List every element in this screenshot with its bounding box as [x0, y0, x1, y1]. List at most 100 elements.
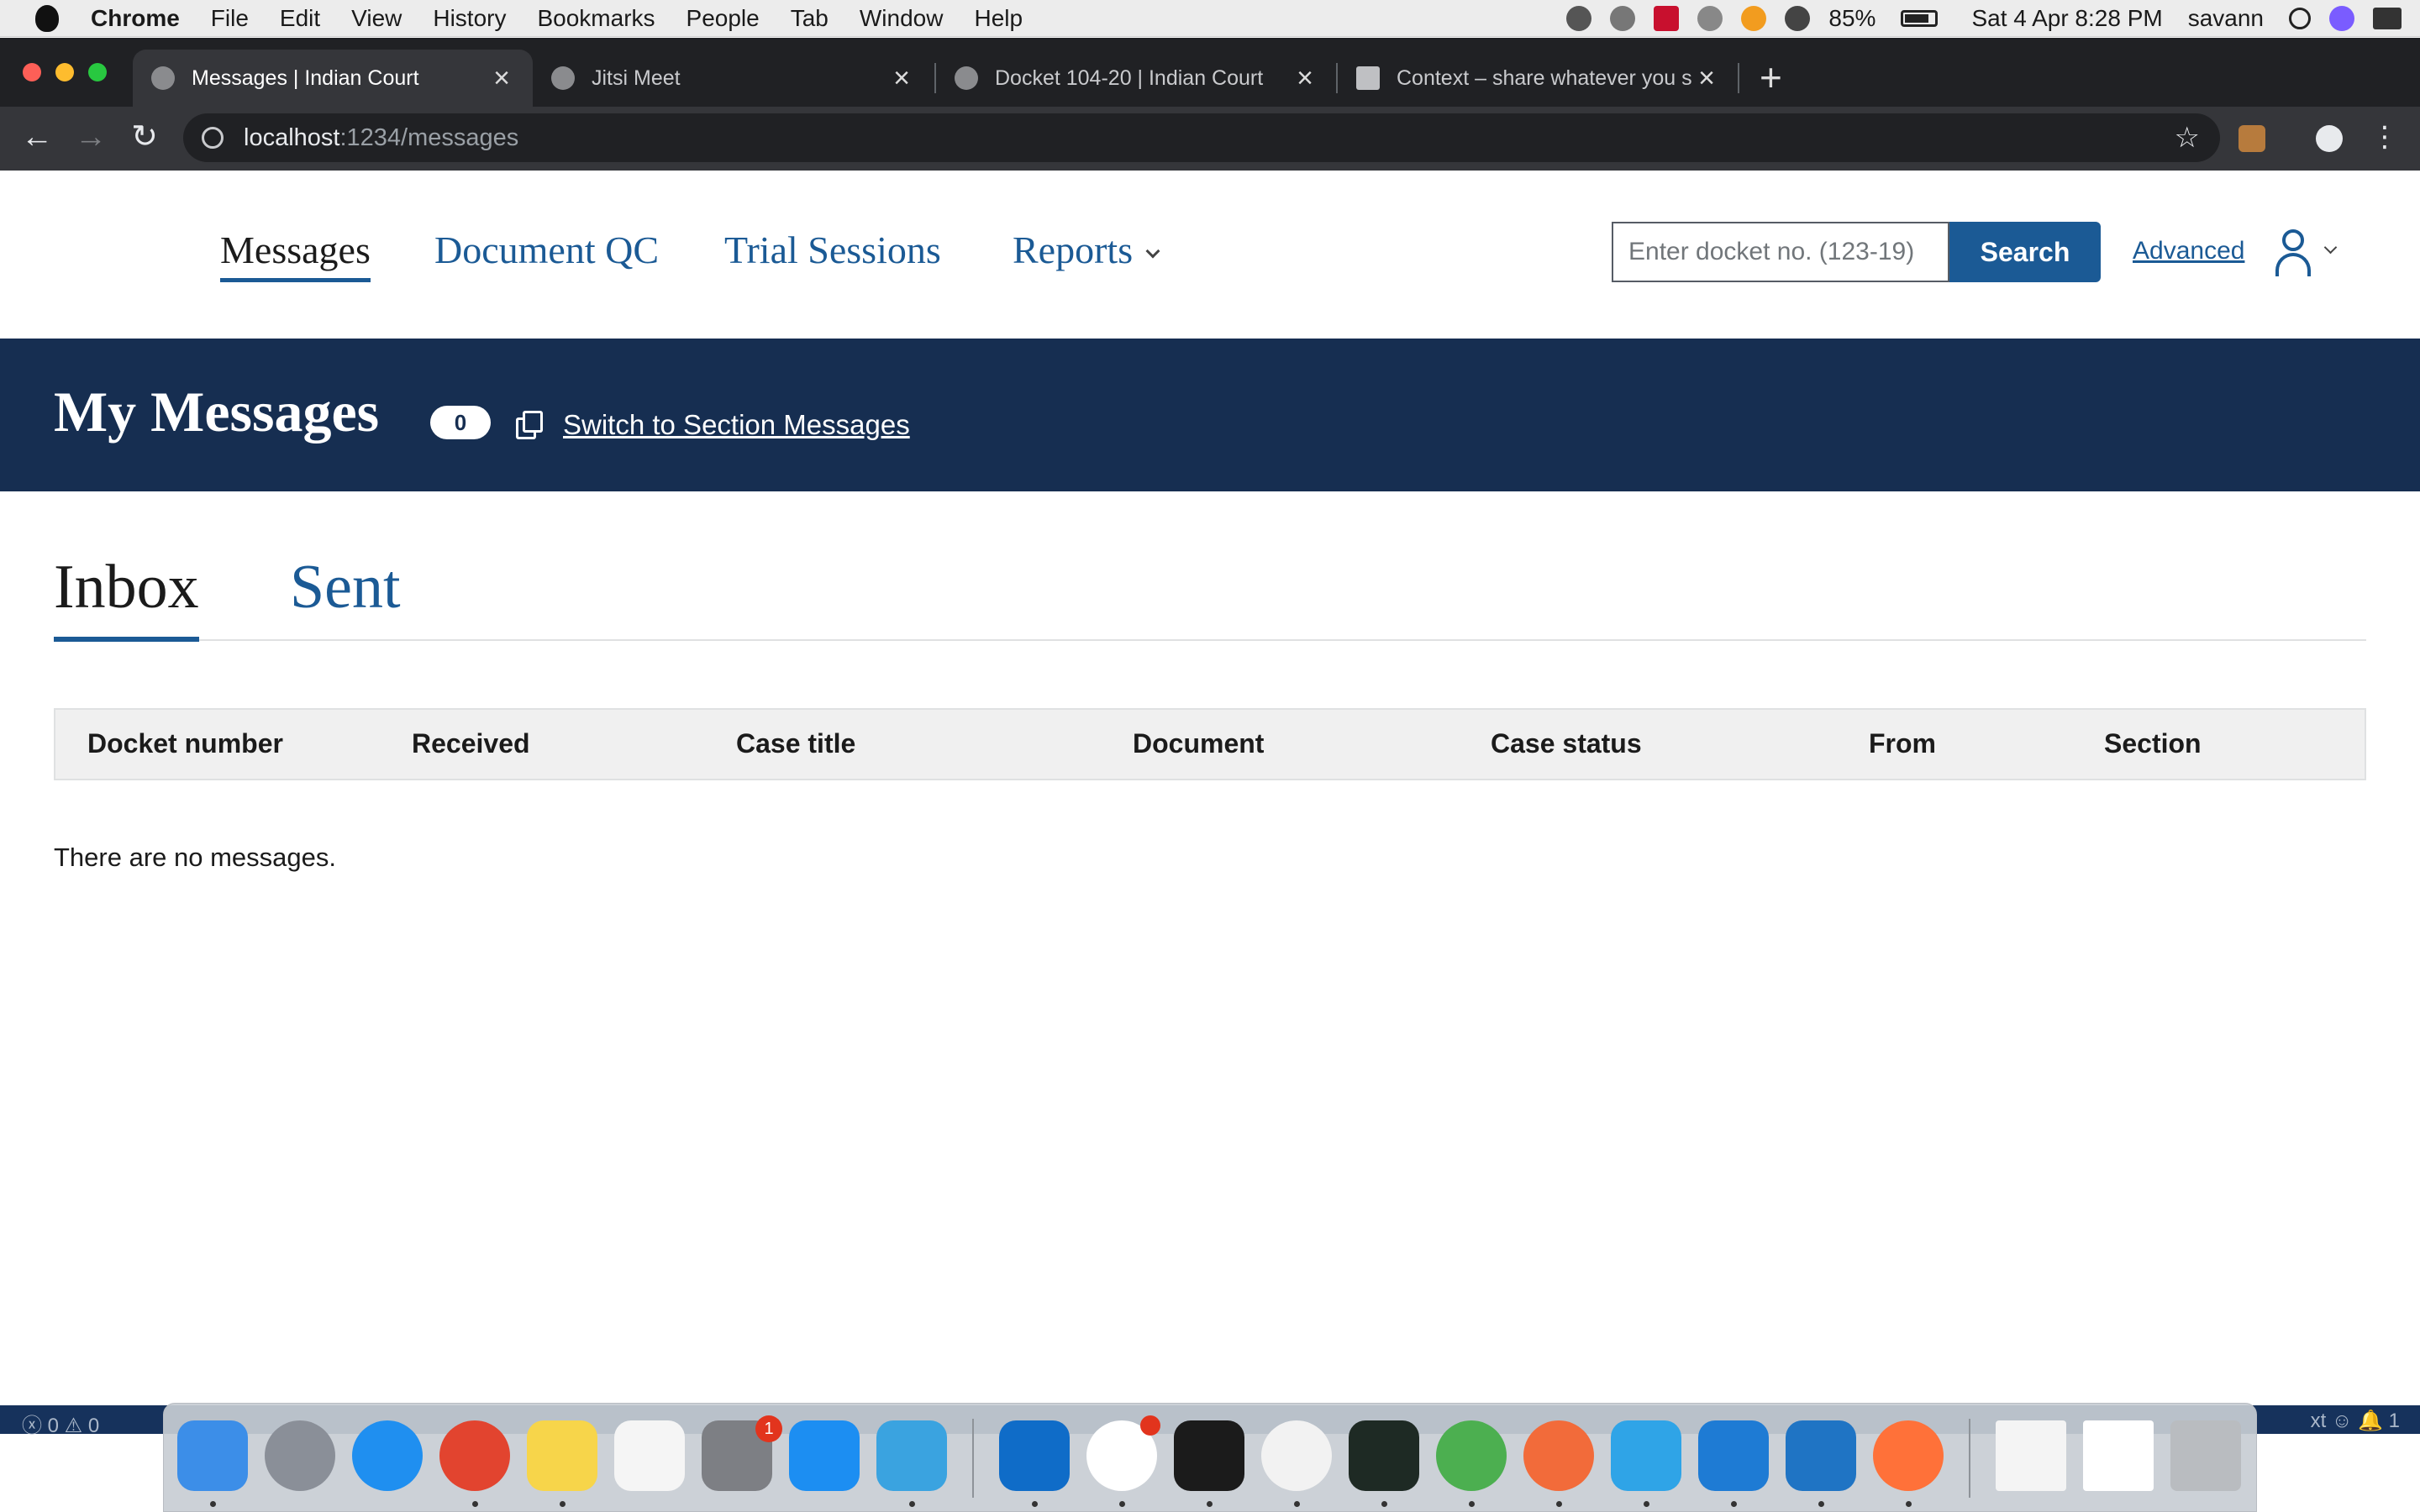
column-header-document[interactable]: Document — [1133, 728, 1264, 759]
running-indicator — [1818, 1501, 1824, 1507]
search-button[interactable]: Search — [1949, 222, 2101, 282]
activity-monitor-icon[interactable] — [1349, 1420, 1419, 1491]
address-bar[interactable]: localhost :1234/messages ☆ — [183, 113, 2220, 162]
browser-tab-context[interactable]: Context – share whatever you s × — [1338, 50, 1738, 107]
new-tab-icon[interactable]: + — [1760, 55, 1782, 100]
notification-badge: 1 — [755, 1415, 782, 1442]
profile-icon[interactable] — [2316, 125, 2343, 152]
back-arrow-icon[interactable]: ← — [15, 115, 59, 159]
menu-tab[interactable]: Tab — [791, 5, 829, 32]
terminal-icon[interactable] — [1174, 1420, 1244, 1491]
close-tab-icon[interactable]: × — [1694, 62, 1719, 95]
column-header-received[interactable]: Received — [412, 728, 530, 759]
url-host: localhost — [244, 123, 340, 151]
minimize-window-button[interactable] — [55, 63, 74, 81]
chrome-menu-icon[interactable]: ⋮ — [2363, 115, 2407, 159]
user-account-menu[interactable] — [2272, 229, 2348, 280]
screenshot-icon[interactable] — [2083, 1420, 2154, 1491]
switch-link-label: Switch to Section Messages — [563, 409, 910, 440]
wifi-status-icon[interactable] — [1785, 6, 1811, 31]
tab-sent[interactable]: Sent — [290, 552, 401, 623]
extension-icon[interactable] — [2238, 125, 2265, 152]
tab-title: Messages | Indian Court — [192, 66, 419, 90]
menu-window[interactable]: Window — [860, 5, 944, 32]
spotlight-status-icon[interactable] — [1697, 6, 1723, 31]
page-title: My Messages — [54, 380, 380, 444]
site-info-icon[interactable] — [202, 127, 224, 149]
notification-center-icon[interactable] — [2373, 8, 2402, 29]
browser-tab-messages[interactable]: Messages | Indian Court × — [133, 50, 533, 107]
running-indicator — [1556, 1501, 1562, 1507]
nav-document-qc[interactable]: Document QC — [434, 228, 659, 272]
cloud-status-icon[interactable] — [1741, 6, 1767, 31]
finder-icon[interactable] — [177, 1420, 248, 1491]
advanced-search-link[interactable]: Advanced — [2133, 237, 2244, 265]
column-header-docket-number[interactable]: Docket number — [87, 728, 283, 759]
firefox-icon[interactable] — [1873, 1420, 1944, 1491]
forward-arrow-icon[interactable]: → — [69, 115, 113, 159]
close-window-button[interactable] — [23, 63, 41, 81]
browser-tab-docket[interactable]: Docket 104-20 | Indian Court × — [936, 50, 1336, 107]
tab-inbox[interactable]: Inbox — [54, 552, 199, 642]
globe-status-icon[interactable] — [1610, 6, 1636, 31]
vscode-icon[interactable] — [1698, 1420, 1769, 1491]
column-header-section[interactable]: Section — [2104, 728, 2202, 759]
search-status-icon[interactable] — [2289, 8, 2311, 29]
close-tab-icon[interactable]: × — [889, 62, 914, 95]
browser-tab-jitsi[interactable]: Jitsi Meet × — [533, 50, 933, 107]
menu-app-name[interactable]: Chrome — [91, 5, 180, 32]
running-indicator — [909, 1501, 915, 1507]
nav-trial-sessions[interactable]: Trial Sessions — [724, 228, 941, 272]
menu-file[interactable]: File — [211, 5, 249, 32]
page-banner: My Messages 0 Switch to Section Messages — [0, 339, 2420, 491]
launchpad-icon[interactable] — [265, 1420, 335, 1491]
menu-history[interactable]: History — [433, 5, 506, 32]
reminders-icon[interactable] — [614, 1420, 685, 1491]
menubar-user[interactable]: savann — [2188, 5, 2264, 32]
chrome-icon[interactable] — [439, 1420, 510, 1491]
docket-search-input[interactable] — [1612, 222, 1949, 282]
menu-bookmarks[interactable]: Bookmarks — [537, 5, 655, 32]
trash-icon[interactable] — [2170, 1420, 2241, 1491]
running-indicator — [1381, 1501, 1387, 1507]
bracket-icon[interactable] — [1786, 1420, 1856, 1491]
sync-status-icon[interactable] — [1566, 6, 1592, 31]
mcafee-status-icon[interactable] — [1654, 6, 1680, 31]
outlook-icon[interactable] — [999, 1420, 1070, 1491]
siri-status-icon[interactable] — [2329, 6, 2354, 31]
chevron-down-icon — [2323, 240, 2338, 255]
notifications-indicator[interactable]: xt ☺ 🔔 1 — [2311, 1409, 2400, 1433]
column-header-case-title[interactable]: Case title — [736, 728, 855, 759]
maximize-window-button[interactable] — [88, 63, 107, 81]
column-header-case-status[interactable]: Case status — [1491, 728, 1642, 759]
notes-icon[interactable] — [527, 1420, 597, 1491]
reload-icon[interactable]: ↻ — [123, 115, 166, 159]
postman-icon[interactable] — [1523, 1420, 1594, 1491]
rocket-icon[interactable] — [1436, 1420, 1507, 1491]
tab-separator — [1738, 63, 1739, 93]
deploy-icon[interactable] — [1611, 1420, 1681, 1491]
problems-indicator[interactable]: ⓧ 0 ⚠ 0 — [22, 1409, 99, 1438]
browser-toolbar: ← → ↻ localhost :1234/messages ☆ ⋮ — [0, 107, 2420, 171]
sketchbook-icon[interactable] — [1261, 1420, 1332, 1491]
nav-messages[interactable]: Messages — [220, 228, 371, 282]
document-icon[interactable] — [1996, 1420, 2066, 1491]
close-tab-icon[interactable]: × — [1292, 62, 1318, 95]
apple-menu-icon[interactable] — [35, 4, 59, 32]
menu-help[interactable]: Help — [974, 5, 1023, 32]
menu-edit[interactable]: Edit — [280, 5, 320, 32]
safari-icon[interactable] — [352, 1420, 423, 1491]
switch-to-section-messages-link[interactable]: Switch to Section Messages — [516, 409, 910, 441]
copy-icon — [516, 411, 544, 439]
column-header-from[interactable]: From — [1869, 728, 1936, 759]
close-tab-icon[interactable]: × — [489, 62, 514, 95]
menu-people[interactable]: People — [687, 5, 760, 32]
menu-view[interactable]: View — [351, 5, 402, 32]
menubar-clock[interactable]: Sat 4 Apr 8:28 PM — [1971, 5, 2162, 32]
app-store-icon[interactable] — [789, 1420, 860, 1491]
bookmark-star-icon[interactable]: ☆ — [2175, 121, 2200, 155]
battery-icon[interactable] — [1901, 10, 1939, 27]
nav-reports[interactable]: Reports — [1013, 228, 1160, 272]
site-header: Messages Document QC Trial Sessions Repo… — [0, 171, 2420, 339]
mindmap-icon[interactable] — [876, 1420, 947, 1491]
